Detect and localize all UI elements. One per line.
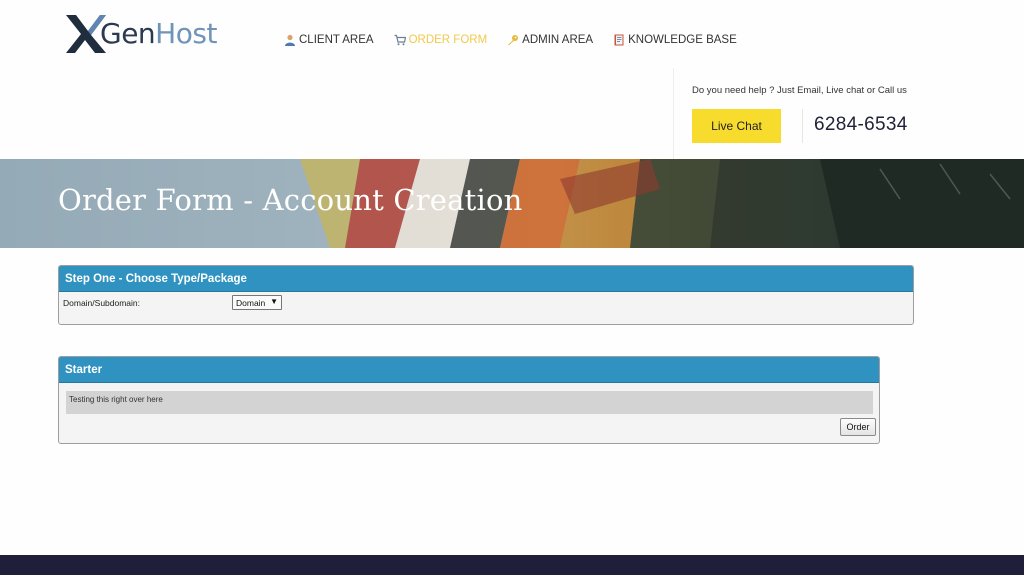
cart-icon <box>394 34 406 46</box>
phone-number: 6284-6534 <box>814 114 908 135</box>
divider <box>802 109 803 143</box>
live-chat-button[interactable]: Live Chat <box>692 109 781 143</box>
main-nav: CLIENT AREA ORDER FORM ADMIN AREA KNOWLE… <box>284 34 757 46</box>
package-description: Testing this right over here <box>66 391 873 414</box>
hero-banner: Order Form - Account Creation <box>0 159 1024 248</box>
package-name: Starter <box>59 357 879 383</box>
chevron-down-icon: ▼ <box>270 297 278 306</box>
site-header: GenHost CLIENT AREA ORDER FORM ADMIN ARE… <box>0 0 1024 159</box>
nav-item-knowledge-base[interactable]: KNOWLEDGE BASE <box>613 34 737 46</box>
logo-host-text: Host <box>155 17 217 50</box>
logo[interactable]: GenHost <box>64 10 217 58</box>
order-button[interactable]: Order <box>840 418 876 436</box>
book-icon <box>614 34 624 46</box>
help-box: Do you need help ? Just Email, Live chat… <box>673 68 1024 159</box>
nav-item-label: KNOWLEDGE BASE <box>628 34 737 46</box>
domain-select-value: Domain <box>236 297 266 308</box>
domain-type-select[interactable]: Domain ▼ <box>232 295 282 310</box>
page-title: Order Form - Account Creation <box>58 183 523 217</box>
domain-field-label: Domain/Subdomain: <box>63 298 141 308</box>
nav-item-admin-area[interactable]: ADMIN AREA <box>507 34 593 46</box>
footer-bar <box>0 555 1024 575</box>
step-one-title: Step One - Choose Type/Package <box>59 266 913 292</box>
logo-text: GenHost <box>100 20 217 48</box>
nav-item-label: ADMIN AREA <box>522 34 594 46</box>
nav-item-client-area[interactable]: CLIENT AREA <box>284 34 374 46</box>
step-one-panel: Step One - Choose Type/Package Domain/Su… <box>58 265 914 325</box>
nav-item-label: ORDER FORM <box>408 34 488 46</box>
nav-item-label: CLIENT AREA <box>299 34 374 46</box>
user-icon <box>285 34 295 46</box>
help-text: Do you need help ? Just Email, Live chat… <box>692 85 907 96</box>
logo-gen-text: Gen <box>100 17 156 50</box>
key-icon <box>508 35 519 45</box>
starter-package-panel: Starter Testing this right over here Ord… <box>58 356 880 444</box>
nav-item-order-form[interactable]: ORDER FORM <box>394 34 488 46</box>
